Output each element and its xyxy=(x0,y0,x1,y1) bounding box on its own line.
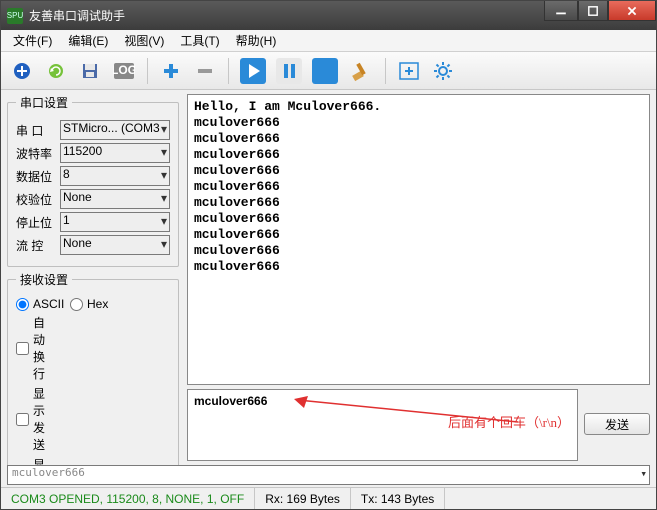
databits-label: 数据位 xyxy=(16,168,56,185)
stopbits-select[interactable]: 1 xyxy=(60,212,170,232)
stop-icon[interactable] xyxy=(309,55,341,87)
maximize-button[interactable] xyxy=(578,1,608,21)
menu-help[interactable]: 帮助(H) xyxy=(228,30,285,51)
pause-icon[interactable] xyxy=(273,55,305,87)
minimize-button[interactable] xyxy=(544,1,578,21)
show-send-check[interactable]: 显示发送 xyxy=(16,385,56,453)
add-icon[interactable] xyxy=(7,56,37,86)
baud-select[interactable]: 115200 xyxy=(60,143,170,163)
serial-settings-group: 串口设置 串 口STMicro... (COM3 波特率115200 数据位8 … xyxy=(7,94,179,267)
annotation-text: 后面有个回车（\r\n） xyxy=(448,412,570,431)
play-icon[interactable] xyxy=(237,55,269,87)
send-text-content: mculover666 xyxy=(194,394,267,408)
recv-hex-radio[interactable]: Hex xyxy=(70,297,110,311)
flow-select[interactable]: None xyxy=(60,235,170,255)
recv-settings-legend: 接收设置 xyxy=(16,271,72,288)
autowrap-check[interactable]: 自动换行 xyxy=(16,314,56,382)
titlebar: SPU 友善串口调试助手 xyxy=(1,1,656,30)
parity-label: 校验位 xyxy=(16,191,56,208)
receive-textarea[interactable]: Hello, I am Mculover666. mculover666 mcu… xyxy=(187,94,650,385)
refresh-icon[interactable] xyxy=(41,56,71,86)
serial-settings-legend: 串口设置 xyxy=(16,94,72,111)
toolbar-separator xyxy=(228,58,229,84)
window-plus-icon[interactable] xyxy=(394,56,424,86)
gear-icon[interactable] xyxy=(428,56,458,86)
recv-ascii-radio[interactable]: ASCII xyxy=(16,297,56,311)
svg-text:LOG: LOG xyxy=(113,63,135,77)
minus-icon[interactable] xyxy=(190,56,220,86)
toolbar: LOG xyxy=(1,52,656,90)
left-panel: 串口设置 串 口STMicro... (COM3 波特率115200 数据位8 … xyxy=(1,90,185,465)
menu-view[interactable]: 视图(V) xyxy=(116,30,172,51)
flow-label: 流 控 xyxy=(16,237,56,254)
status-tx: Tx: 143 Bytes xyxy=(351,488,445,509)
toolbar-separator xyxy=(385,58,386,84)
send-button[interactable]: 发送 xyxy=(584,413,650,435)
menu-edit[interactable]: 编辑(E) xyxy=(60,30,116,51)
send-textarea[interactable]: mculover666 后面有个回车（\r\n） xyxy=(187,389,578,461)
menubar: 文件(F) 编辑(E) 视图(V) 工具(T) 帮助(H) xyxy=(1,30,656,52)
port-select[interactable]: STMicro... (COM3 xyxy=(60,120,170,140)
history-select[interactable]: mculover666 xyxy=(7,465,650,485)
window-title: 友善串口调试助手 xyxy=(29,7,544,24)
right-panel: Hello, I am Mculover666. mculover666 mcu… xyxy=(185,90,656,465)
app-window: SPU 友善串口调试助手 文件(F) 编辑(E) 视图(V) 工具(T) 帮助(… xyxy=(0,0,657,510)
plus-icon[interactable] xyxy=(156,56,186,86)
recv-settings-group: 接收设置 ASCII Hex 自动换行 显示发送 显示时间 xyxy=(7,271,179,465)
statusbar: COM3 OPENED, 115200, 8, NONE, 1, OFF Rx:… xyxy=(1,487,656,509)
stopbits-label: 停止位 xyxy=(16,214,56,231)
status-rx: Rx: 169 Bytes xyxy=(255,488,351,509)
save-icon[interactable] xyxy=(75,56,105,86)
baud-label: 波特率 xyxy=(16,145,56,162)
log-icon[interactable]: LOG xyxy=(109,56,139,86)
status-connection: COM3 OPENED, 115200, 8, NONE, 1, OFF xyxy=(1,488,255,509)
menu-tools[interactable]: 工具(T) xyxy=(172,30,227,51)
history-row: mculover666 xyxy=(1,465,656,487)
close-button[interactable] xyxy=(608,1,656,21)
toolbar-separator xyxy=(147,58,148,84)
port-label: 串 口 xyxy=(16,122,56,139)
clear-icon[interactable] xyxy=(345,55,377,87)
parity-select[interactable]: None xyxy=(60,189,170,209)
databits-select[interactable]: 8 xyxy=(60,166,170,186)
menu-file[interactable]: 文件(F) xyxy=(5,30,60,51)
show-time-check[interactable]: 显示时间 xyxy=(16,456,56,465)
app-icon: SPU xyxy=(7,8,23,24)
